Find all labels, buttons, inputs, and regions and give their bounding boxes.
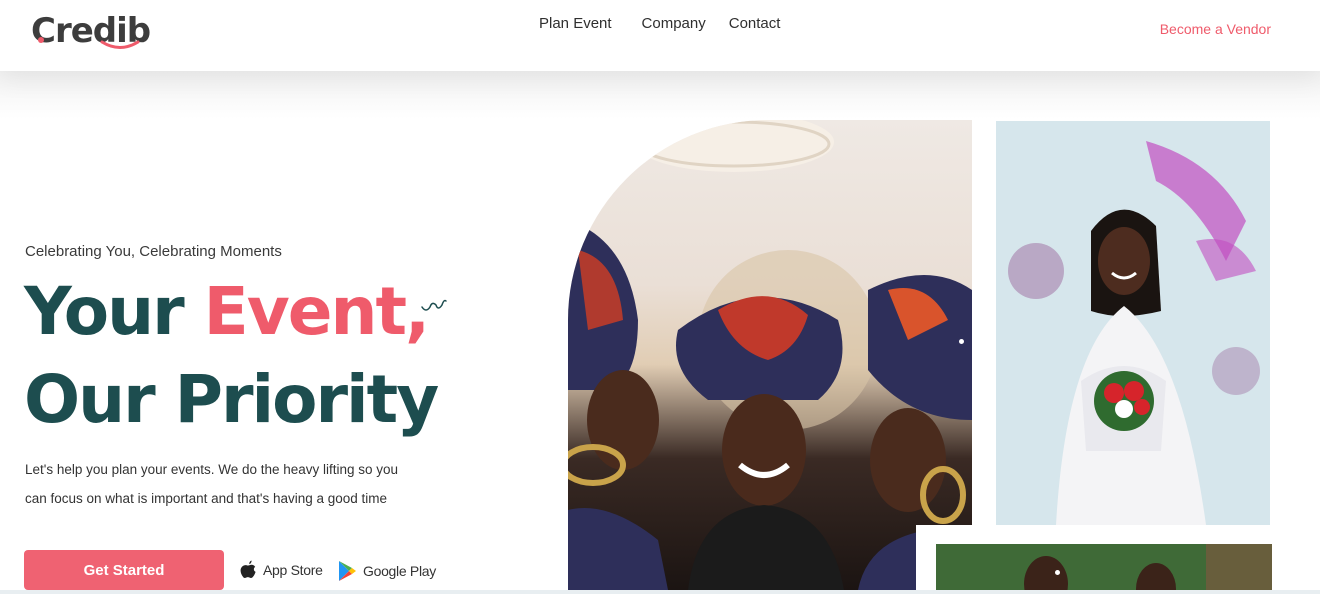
google-play-label: Google Play bbox=[363, 563, 436, 579]
hero-photo-friends bbox=[936, 544, 1272, 594]
apple-icon bbox=[240, 560, 256, 578]
header-shadow bbox=[0, 71, 1320, 119]
app-store-link[interactable]: App Store bbox=[239, 560, 323, 580]
headline-line-2: Our Priority bbox=[24, 361, 439, 438]
hero-photo-bride bbox=[996, 121, 1270, 525]
nav-item-company[interactable]: Company bbox=[642, 15, 706, 32]
headline-plain: Your bbox=[24, 273, 185, 350]
hero-headline: Your Event, Our Priority bbox=[24, 268, 439, 444]
headline-line-1: Your Event, bbox=[24, 268, 437, 356]
description-line-2: can focus on what is important and that'… bbox=[25, 490, 388, 506]
get-started-button[interactable]: Get Started bbox=[24, 550, 224, 590]
logo[interactable]: Credib bbox=[31, 9, 151, 53]
bride-photo-illustration bbox=[996, 121, 1270, 525]
google-play-link[interactable]: Google Play bbox=[337, 560, 436, 582]
nav-item-contact[interactable]: Contact bbox=[729, 15, 781, 32]
celebration-photo-illustration bbox=[568, 120, 972, 590]
app-store-label: App Store bbox=[263, 562, 323, 578]
description-line-1: Let's help you plan your events. We do t… bbox=[25, 462, 399, 477]
hero-photo-celebration bbox=[568, 120, 972, 590]
headline-accent: Event, bbox=[203, 273, 430, 350]
main-nav: Plan Event Company Contact bbox=[539, 15, 810, 32]
hero-tagline: Celebrating You, Celebrating Moments bbox=[25, 243, 282, 260]
logo-dot bbox=[38, 37, 44, 43]
nav-item-plan-event[interactable]: Plan Event bbox=[539, 15, 612, 32]
site-header: Credib Plan Event Company Contact Become… bbox=[0, 0, 1320, 71]
carousel-dot-2 bbox=[1055, 570, 1060, 575]
bottom-edge bbox=[0, 590, 1320, 594]
become-vendor-link[interactable]: Become a Vendor bbox=[1160, 21, 1271, 37]
google-play-icon bbox=[339, 561, 356, 581]
friends-photo-illustration bbox=[936, 544, 1272, 594]
carousel-dot bbox=[959, 339, 964, 344]
hero-description: Let's help you plan your events. We do t… bbox=[25, 456, 445, 513]
logo-smile-icon bbox=[100, 40, 140, 49]
squiggle-icon bbox=[421, 299, 447, 311]
